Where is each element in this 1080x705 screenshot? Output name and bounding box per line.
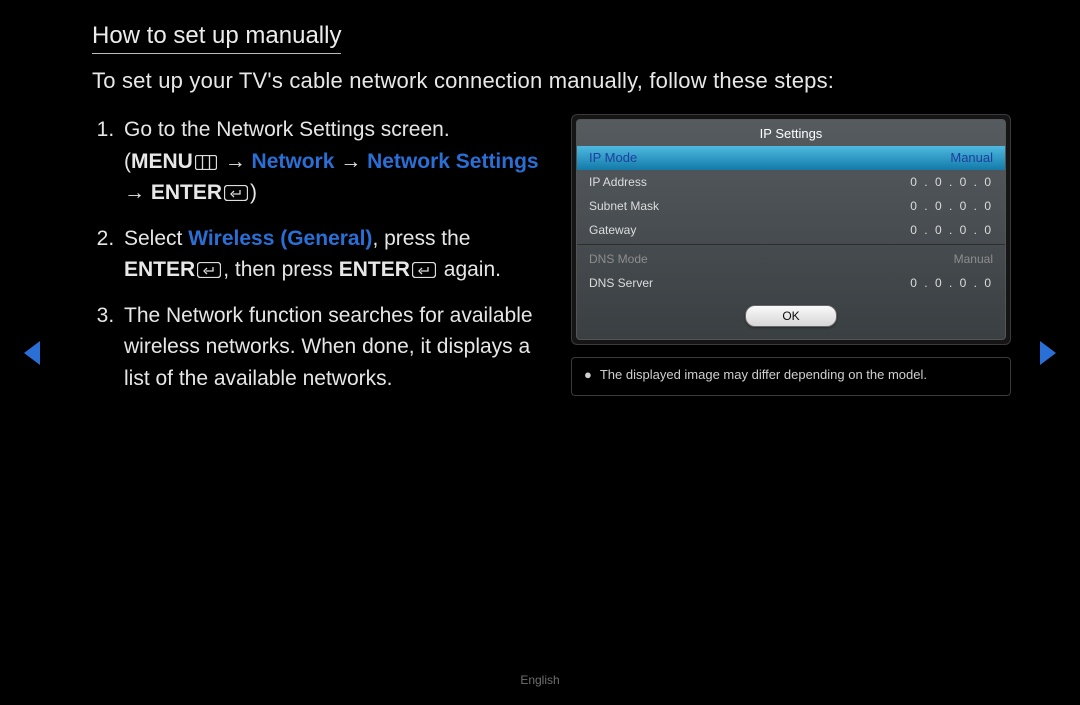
ip-mode-value: Manual (950, 150, 993, 165)
enter-label: ENTER (151, 181, 222, 204)
subnet-mask-value: 0 . 0 . 0 . 0 (910, 199, 993, 213)
enter-label: ENTER (339, 258, 410, 281)
illustration-column: IP Settings IP Mode Manual IP Address 0 … (571, 114, 1011, 408)
ip-address-value: 0 . 0 . 0 . 0 (910, 175, 993, 189)
nav-network-settings: Network Settings (367, 150, 539, 173)
menu-icon (195, 155, 217, 170)
ip-settings-panel: IP Settings IP Mode Manual IP Address 0 … (571, 114, 1011, 345)
page-title: How to set up manually (92, 22, 341, 54)
enter-label: ENTER (124, 258, 195, 281)
arrow: → (340, 150, 367, 173)
row-gateway[interactable]: Gateway 0 . 0 . 0 . 0 (577, 218, 1005, 242)
ip-mode-label: IP Mode (589, 150, 637, 165)
dns-server-value: 0 . 0 . 0 . 0 (910, 276, 993, 290)
dns-mode-label: DNS Mode (589, 252, 648, 266)
panel-title: IP Settings (577, 120, 1005, 146)
dns-server-label: DNS Server (589, 276, 653, 290)
enter-icon (224, 185, 248, 201)
enter-icon (412, 262, 436, 278)
intro-text: To set up your TV's cable network connec… (92, 68, 1012, 94)
step-3: The Network function searches for availa… (120, 300, 547, 395)
note-box: ●The displayed image may differ dependin… (571, 357, 1011, 396)
menu-label: MENU (131, 150, 193, 173)
gateway-label: Gateway (589, 223, 636, 237)
note-text: The displayed image may differ depending… (600, 367, 927, 382)
step-2d: again. (438, 258, 501, 281)
row-dns-mode[interactable]: DNS Mode Manual (577, 247, 1005, 271)
arrow: → (124, 181, 151, 204)
gateway-value: 0 . 0 . 0 . 0 (910, 223, 993, 237)
row-ip-address[interactable]: IP Address 0 . 0 . 0 . 0 (577, 170, 1005, 194)
divider (577, 244, 1005, 245)
arrow: → (225, 150, 252, 173)
nav-prev-button[interactable] (22, 340, 42, 371)
step-2c: , then press (223, 258, 339, 281)
step-2b: , press the (372, 227, 470, 250)
ok-button[interactable]: OK (745, 305, 837, 327)
bullet-icon: ● (584, 367, 600, 382)
footer-language: English (0, 673, 1080, 687)
step-1: Go to the Network Settings screen. (MENU… (120, 114, 547, 209)
row-dns-server[interactable]: DNS Server 0 . 0 . 0 . 0 (577, 271, 1005, 295)
step-1-line1: Go to the Network Settings screen. (124, 118, 450, 141)
instructions-column: Go to the Network Settings screen. (MENU… (92, 114, 547, 408)
nav-next-button[interactable] (1038, 340, 1058, 371)
wireless-general: Wireless (General) (188, 227, 372, 250)
dns-mode-value: Manual (954, 252, 993, 266)
enter-icon (197, 262, 221, 278)
step-2: Select Wireless (General), press the ENT… (120, 223, 547, 286)
row-subnet-mask[interactable]: Subnet Mask 0 . 0 . 0 . 0 (577, 194, 1005, 218)
row-ip-mode[interactable]: IP Mode Manual (577, 146, 1005, 170)
nav-network: Network (252, 150, 335, 173)
ip-address-label: IP Address (589, 175, 647, 189)
subnet-mask-label: Subnet Mask (589, 199, 659, 213)
step-2a: Select (124, 227, 188, 250)
